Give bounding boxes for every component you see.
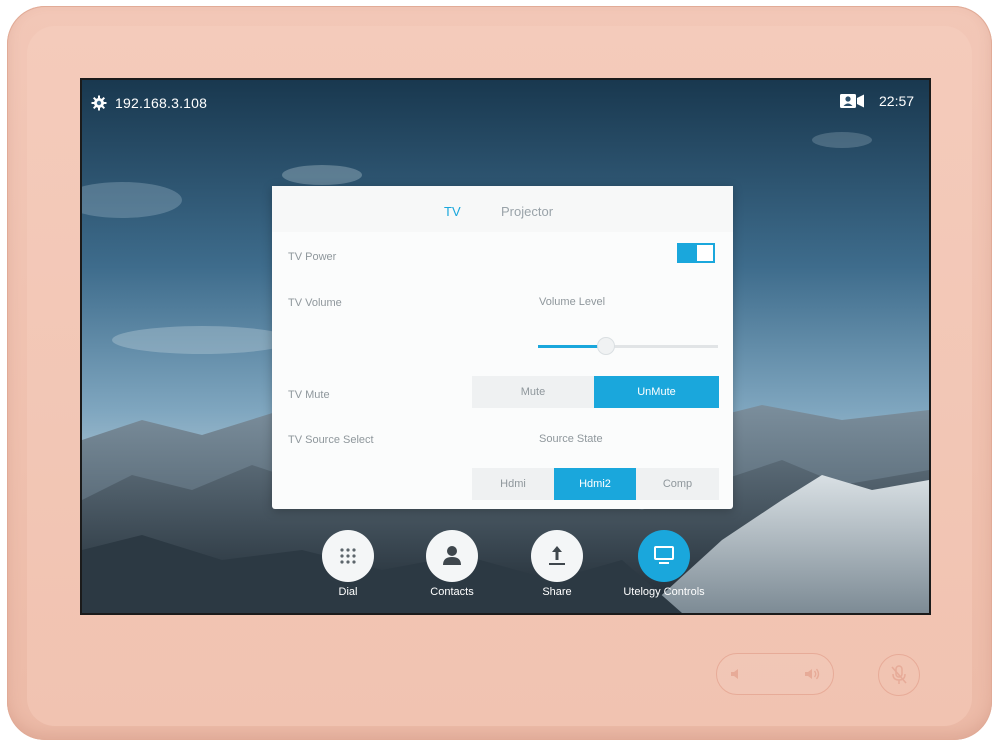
source-hdmi-button[interactable]: Hdmi <box>472 468 554 500</box>
mute-segmented-control: Mute UnMute <box>472 376 719 408</box>
tab-tv[interactable]: TV <box>444 204 461 219</box>
panel-tabs: TV Projector <box>272 186 733 232</box>
source-segmented-control: Hdmi Hdmi2 Comp <box>472 468 719 500</box>
toggle-knob <box>697 245 713 261</box>
tv-source-select-label: TV Source Select <box>288 434 374 446</box>
clock: 22:57 <box>879 93 915 109</box>
dock-share[interactable]: Share <box>517 530 597 598</box>
tv-power-toggle[interactable] <box>677 243 715 263</box>
utelogy-control-panel: TV Projector TV Power TV Volume Volume L… <box>272 186 733 509</box>
dialpad-icon <box>340 548 356 564</box>
ip-address: 192.168.3.108 <box>115 95 208 111</box>
contacts-button[interactable] <box>426 530 478 582</box>
touch-screen: 192.168.3.108 22:57 TV Projector TV Powe… <box>80 78 931 615</box>
source-hdmi2-button[interactable]: Hdmi2 <box>554 468 636 500</box>
share-button[interactable] <box>531 530 583 582</box>
tab-projector[interactable]: Projector <box>501 204 553 219</box>
source-comp-button[interactable]: Comp <box>636 468 719 500</box>
status-bar: 192.168.3.108 22:57 <box>82 80 929 120</box>
volume-slider[interactable] <box>538 336 718 356</box>
hardware-volume-rocker[interactable] <box>716 653 834 695</box>
volume-level-label: Volume Level <box>539 296 606 308</box>
slider-thumb[interactable] <box>597 337 615 355</box>
dial-label: Dial <box>338 586 358 598</box>
unmute-button[interactable]: UnMute <box>594 376 719 408</box>
volume-down-icon[interactable] <box>729 666 745 682</box>
utelogy-controls-button[interactable] <box>638 530 690 582</box>
dock-contacts[interactable]: Contacts <box>412 530 492 598</box>
source-state-label: Source State <box>539 433 603 445</box>
tv-volume-label: TV Volume <box>288 297 342 309</box>
camera-icon[interactable] <box>840 93 864 109</box>
upload-icon <box>549 546 565 565</box>
dial-button[interactable] <box>322 530 374 582</box>
share-label: Share <box>542 586 572 598</box>
slider-fill <box>538 345 606 348</box>
utelogy-controls-label: Utelogy Controls <box>623 586 705 598</box>
hardware-mute-mic-button[interactable] <box>878 654 920 696</box>
mic-mute-icon <box>891 665 907 684</box>
mute-button[interactable]: Mute <box>472 376 594 408</box>
gear-icon[interactable] <box>91 95 107 111</box>
person-icon <box>443 546 461 565</box>
contacts-label: Contacts <box>430 586 474 598</box>
volume-up-icon[interactable] <box>803 666 823 682</box>
monitor-icon <box>654 546 674 564</box>
dock-utelogy-controls[interactable]: Utelogy Controls <box>609 530 719 598</box>
tv-power-label: TV Power <box>288 251 337 263</box>
dock-dial[interactable]: Dial <box>308 530 388 598</box>
tv-mute-label: TV Mute <box>288 389 330 401</box>
